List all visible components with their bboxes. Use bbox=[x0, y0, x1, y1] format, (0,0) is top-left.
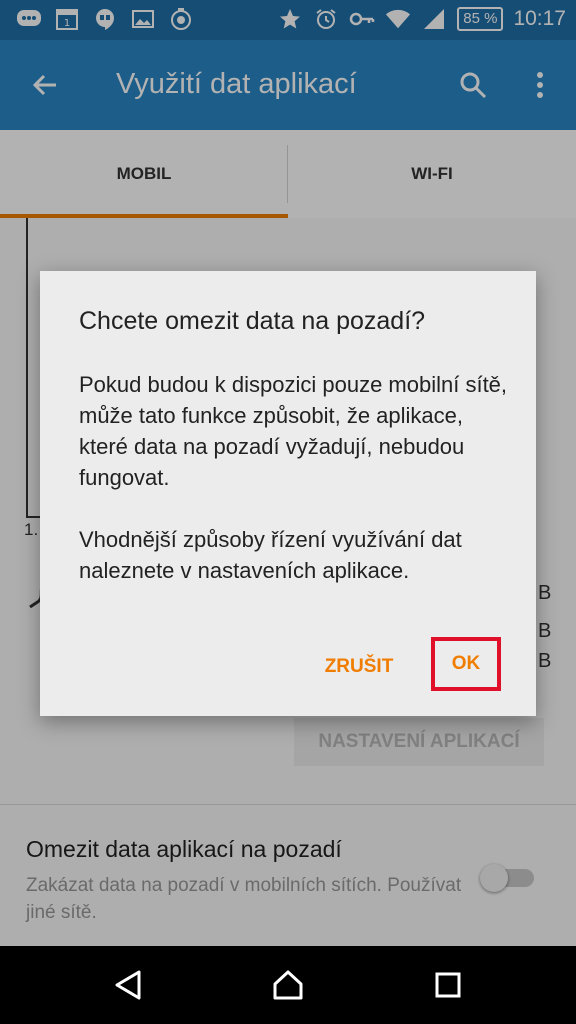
restrict-background-dialog: Chcete omezit data na pozadí? Pokud budo… bbox=[40, 271, 536, 716]
dialog-message: Pokud budou k dispozici pouze mobilní sí… bbox=[79, 369, 509, 586]
ok-button[interactable]: OK bbox=[431, 637, 501, 691]
back-triangle-icon[interactable] bbox=[111, 968, 145, 1002]
dialog-title: Chcete omezit data na pozadí? bbox=[79, 307, 426, 335]
dialog-paragraph: Vhodnější způsoby řízení využívání dat n… bbox=[79, 527, 462, 583]
dialog-paragraph: Pokud budou k dispozici pouze mobilní sí… bbox=[79, 372, 508, 490]
recents-icon[interactable] bbox=[431, 968, 465, 1002]
navigation-bar bbox=[0, 946, 576, 1024]
home-icon[interactable] bbox=[271, 968, 305, 1002]
cancel-button[interactable]: ZRUŠIT bbox=[314, 647, 404, 687]
